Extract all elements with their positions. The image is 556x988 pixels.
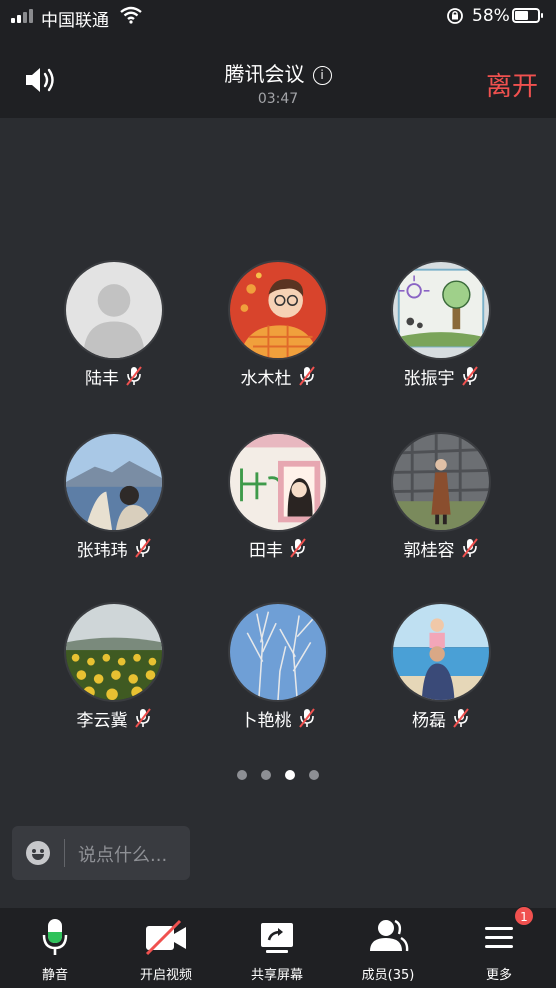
battery-percent: 58% bbox=[472, 6, 510, 26]
meeting-header: 腾讯会议 i 03:47 离开 bbox=[0, 34, 556, 118]
page-dot[interactable] bbox=[237, 770, 247, 780]
participant-name: 水木杜 bbox=[240, 368, 292, 389]
participant-name: 陆丰 bbox=[85, 368, 119, 389]
leave-button[interactable]: 离开 bbox=[486, 66, 538, 103]
sunflower-field-avatar bbox=[64, 602, 164, 702]
more-label: 更多 bbox=[485, 968, 512, 983]
mute-label: 静音 bbox=[41, 968, 68, 983]
menu-icon bbox=[485, 927, 513, 948]
meeting-title-row: 腾讯会议 i bbox=[0, 58, 556, 87]
participant-name-row: 陆丰 bbox=[44, 364, 184, 389]
chat-input[interactable]: 说点什么... bbox=[12, 826, 190, 880]
woman-stone-wall-photo-avatar bbox=[391, 432, 491, 532]
mic-muted-icon bbox=[461, 538, 478, 558]
participant-name-row: 水木杜 bbox=[208, 364, 348, 389]
chat-placeholder: 说点什么... bbox=[78, 845, 168, 866]
participant-tile[interactable]: 郭桂容 bbox=[371, 432, 511, 561]
participant-tile[interactable]: 卜艳桃 bbox=[208, 602, 348, 731]
participant-tile[interactable]: 杨磊 bbox=[371, 602, 511, 731]
participant-name: 李云冀 bbox=[76, 710, 128, 731]
signal-strength-icon bbox=[11, 9, 33, 23]
beach-father-child-avatar bbox=[391, 602, 491, 702]
mic-muted-icon bbox=[298, 366, 315, 386]
battery-fill bbox=[515, 11, 528, 20]
participant-tile[interactable]: 张振宇 bbox=[371, 260, 511, 389]
participant-name-row: 张振宇 bbox=[371, 364, 511, 389]
anime-sketch-avatar bbox=[228, 432, 328, 532]
share-screen-label: 共享屏幕 bbox=[250, 968, 303, 983]
participant-tile[interactable]: 陆丰 bbox=[44, 260, 184, 389]
participant-name-row: 田丰 bbox=[208, 536, 348, 561]
child-drawing-avatar bbox=[391, 260, 491, 360]
status-bar: 中国联通 58% bbox=[0, 0, 556, 34]
battery-icon bbox=[512, 8, 543, 23]
participant-tile[interactable]: 李云冀 bbox=[44, 602, 184, 731]
participant-name: 张玮玮 bbox=[76, 540, 128, 561]
mic-muted-icon bbox=[298, 708, 315, 728]
cartoon-glasses-avatar bbox=[228, 260, 328, 360]
more-button[interactable]: 1 更多 bbox=[444, 906, 554, 988]
video-camera-off-icon bbox=[145, 919, 186, 956]
share-screen-button[interactable]: 共享屏幕 bbox=[222, 908, 332, 988]
emoji-icon[interactable] bbox=[26, 841, 50, 865]
page-dot[interactable] bbox=[261, 770, 271, 780]
participant-name-row: 李云冀 bbox=[44, 706, 184, 731]
page-indicator bbox=[0, 770, 556, 780]
mic-muted-icon bbox=[134, 538, 151, 558]
participant-name: 卜艳桃 bbox=[240, 710, 292, 731]
mic-muted-icon bbox=[290, 538, 306, 558]
participant-tile[interactable]: 水木杜 bbox=[208, 260, 348, 389]
participant-tile[interactable]: 张玮玮 bbox=[44, 432, 184, 561]
wifi-icon bbox=[120, 6, 142, 24]
chat-divider bbox=[64, 839, 65, 867]
participant-name: 杨磊 bbox=[412, 710, 446, 731]
info-icon[interactable]: i bbox=[312, 66, 332, 85]
participant-name-row: 郭桂容 bbox=[371, 536, 511, 561]
carrier-name: 中国联通 bbox=[41, 11, 109, 31]
members-button[interactable]: 成员(35) bbox=[333, 908, 443, 988]
start-video-label: 开启视频 bbox=[139, 968, 192, 983]
participant-name: 田丰 bbox=[249, 540, 283, 561]
participant-tile[interactable]: 田丰 bbox=[208, 432, 348, 561]
members-label: 成员(35) bbox=[361, 968, 415, 983]
page-dot[interactable] bbox=[309, 770, 319, 780]
participant-name: 张振宇 bbox=[403, 368, 455, 389]
rotation-lock-icon bbox=[447, 8, 463, 24]
participant-name-row: 杨磊 bbox=[371, 706, 511, 731]
mic-muted-icon bbox=[134, 708, 151, 728]
meeting-title: 腾讯会议 bbox=[224, 62, 305, 86]
participant-name-row: 张玮玮 bbox=[44, 536, 184, 561]
lake-mountain-photo-avatar bbox=[64, 432, 164, 532]
mic-muted-icon bbox=[461, 366, 478, 386]
notification-badge: 1 bbox=[514, 906, 534, 926]
start-video-button[interactable]: 开启视频 bbox=[111, 908, 221, 988]
bottom-toolbar: 静音 开启视频 共享屏幕 成员(35) 1 更多 bbox=[0, 906, 556, 988]
mic-muted-icon bbox=[453, 708, 469, 728]
share-screen-icon bbox=[261, 923, 293, 953]
meeting-timer: 03:47 bbox=[257, 91, 299, 107]
default-person-avatar bbox=[64, 260, 164, 360]
page-dot[interactable] bbox=[285, 770, 295, 780]
members-icon bbox=[370, 919, 409, 952]
participant-name-row: 卜艳桃 bbox=[208, 706, 348, 731]
bare-tree-sky-avatar bbox=[228, 602, 328, 702]
participant-name: 郭桂容 bbox=[403, 540, 455, 561]
microphone-icon bbox=[42, 919, 68, 955]
mute-button[interactable]: 静音 bbox=[0, 908, 110, 988]
mic-muted-icon bbox=[126, 366, 142, 386]
